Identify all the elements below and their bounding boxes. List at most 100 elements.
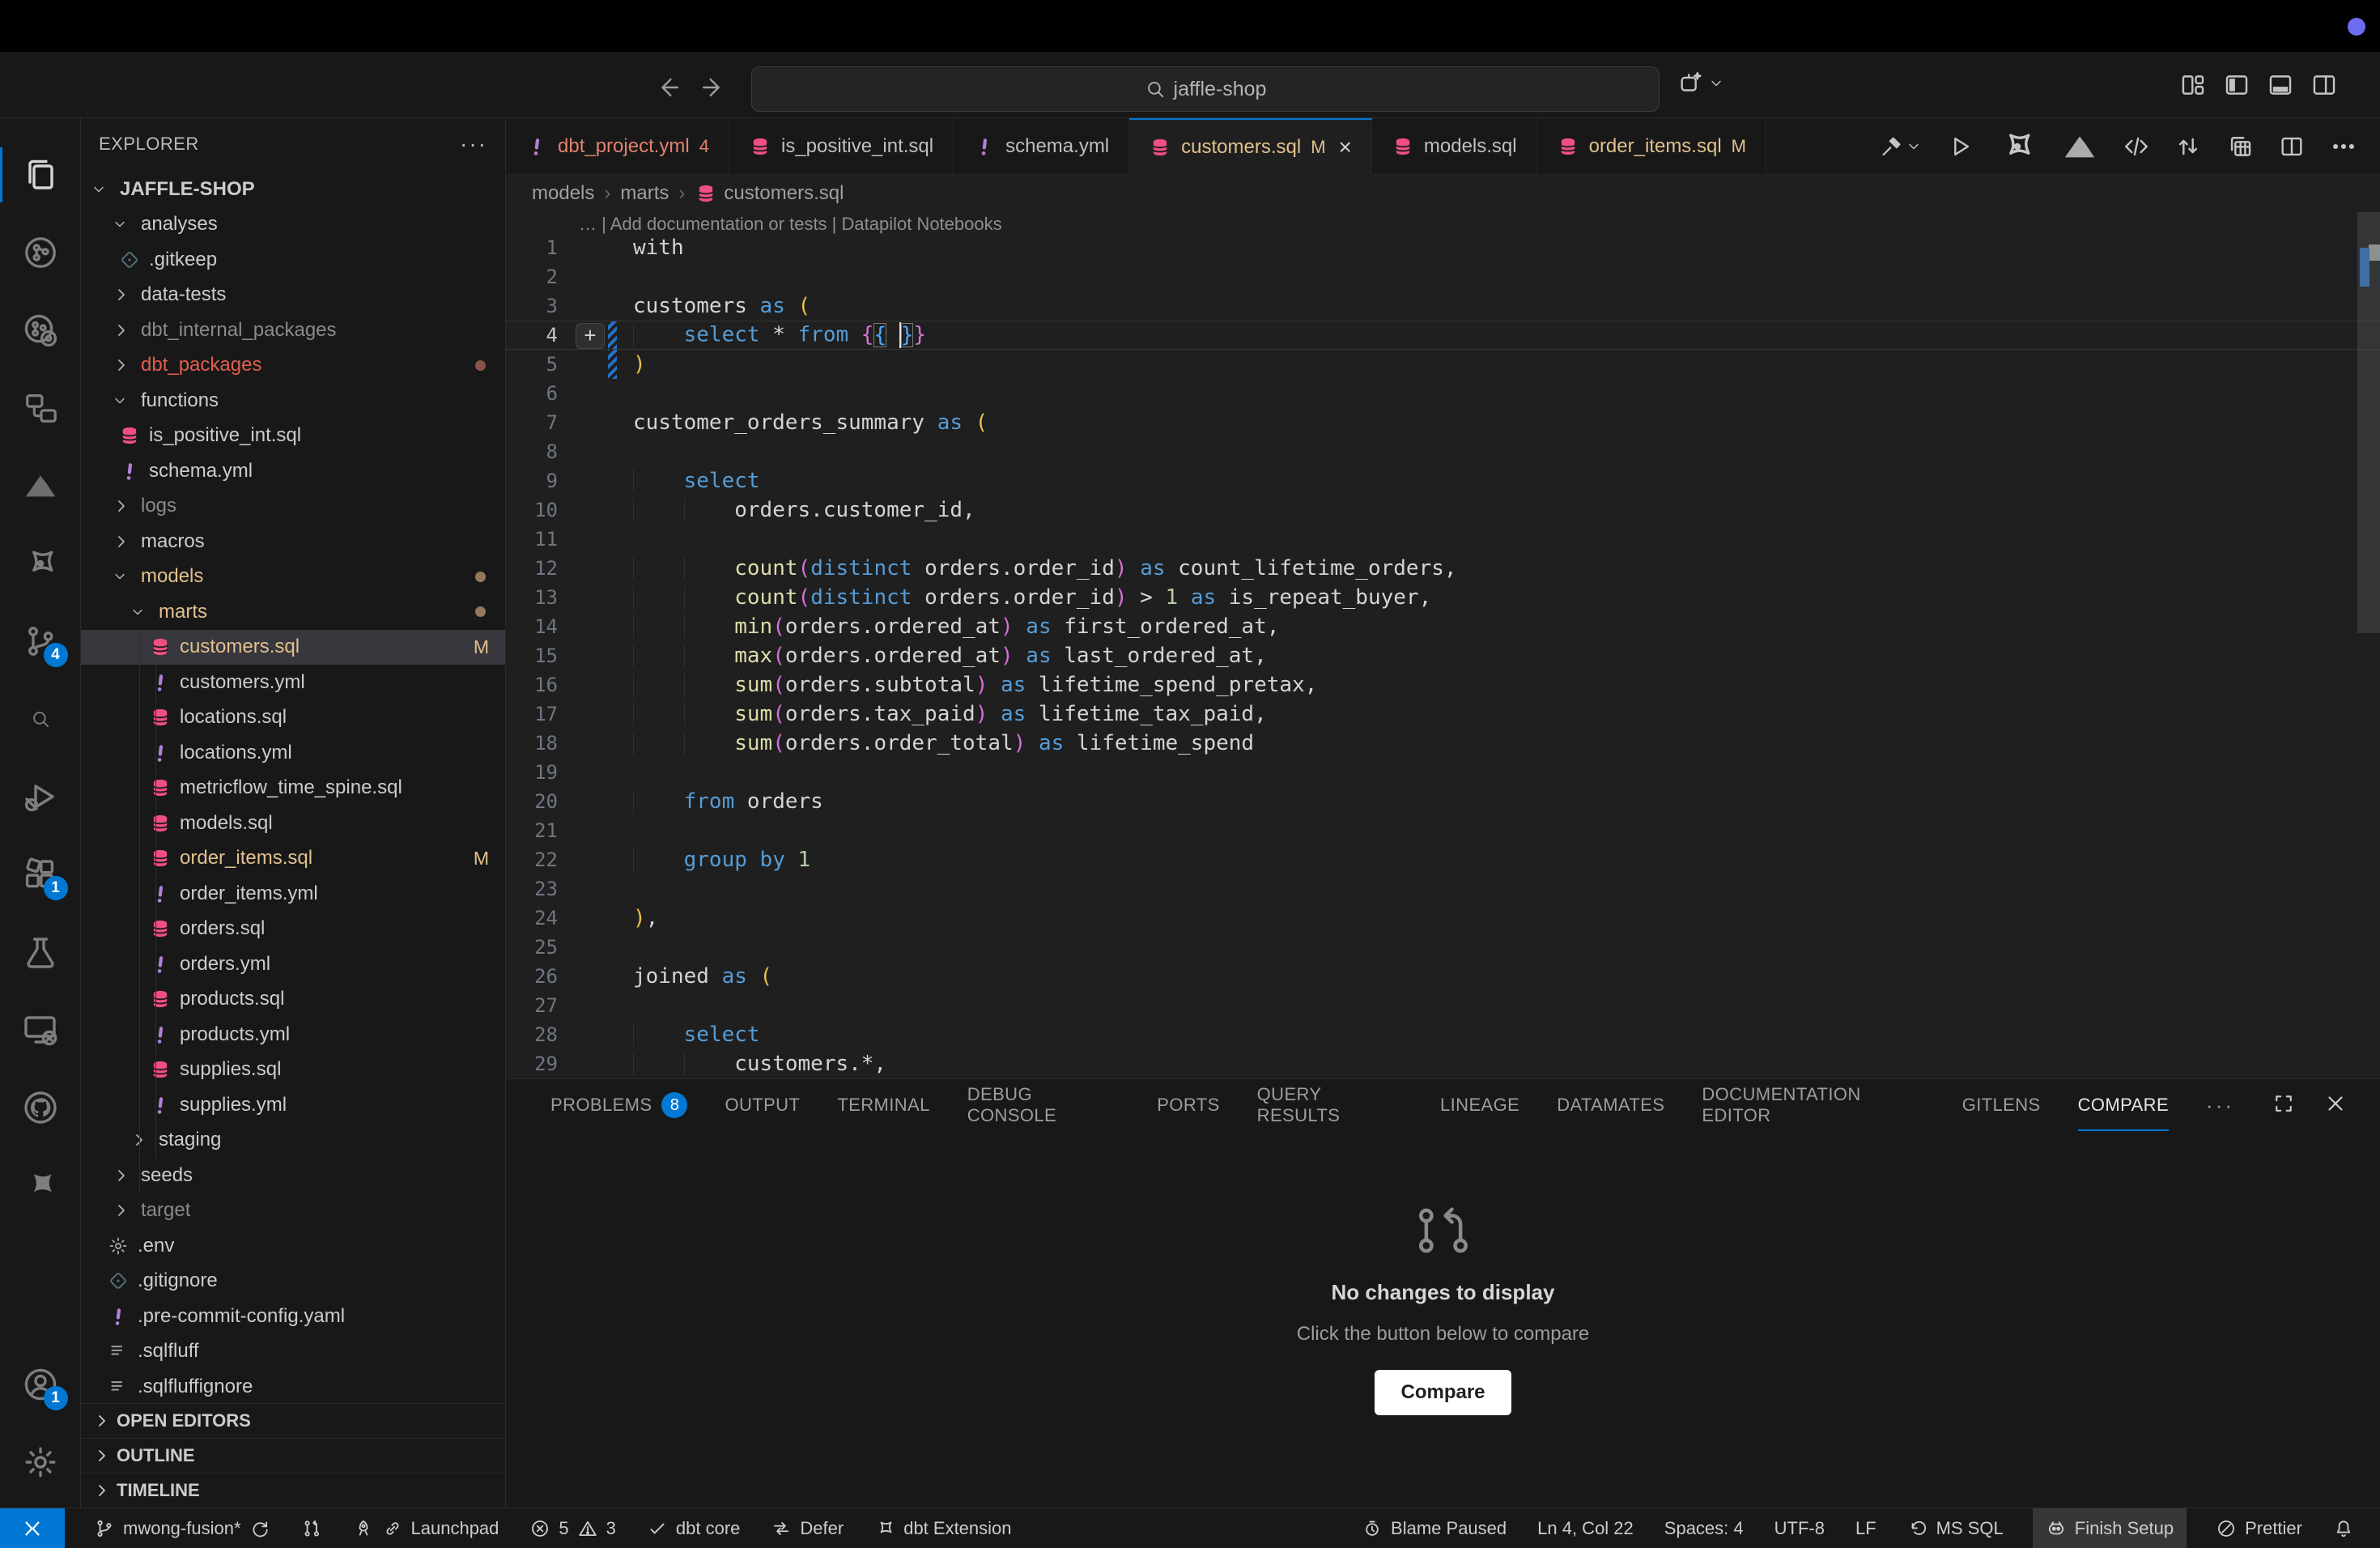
tab-close-icon[interactable]: × — [1339, 134, 1352, 160]
breadcrumb[interactable]: models›marts›customers.sql — [506, 175, 2380, 212]
tree-file-schema.yml[interactable]: schema.yml — [81, 453, 505, 489]
code-line-26[interactable]: 26joined as ( — [506, 962, 2380, 991]
add-glyph-button[interactable]: + — [576, 323, 605, 349]
sidebar-section-outline[interactable]: OUTLINE — [81, 1438, 505, 1473]
maximize-panel-button[interactable] — [2272, 1091, 2296, 1120]
code-line-21[interactable]: 21 — [506, 816, 2380, 845]
status-item-prettier-status[interactable]: Prettier — [2214, 1508, 2304, 1548]
tree-file-.sqlfluffignore[interactable]: .sqlfluffignore — [81, 1369, 505, 1405]
activity-bar-item-extensions[interactable]: 1 — [0, 836, 81, 913]
code-line-27[interactable]: 27 — [506, 991, 2380, 1020]
dbt-power-user-button[interactable] — [1998, 127, 2037, 166]
status-item-cursor-position[interactable]: Ln 4, Col 22 — [1536, 1508, 1635, 1548]
more-actions-button[interactable] — [2330, 133, 2357, 160]
activity-bar-item-datapilot[interactable] — [0, 447, 81, 525]
code-line-14[interactable]: 14 min(orders.ordered_at) as first_order… — [506, 612, 2380, 641]
code-line-16[interactable]: 16 sum(orders.subtotal) as lifetime_spen… — [506, 670, 2380, 700]
dbt-build-button[interactable] — [1878, 134, 1922, 159]
code-line-3[interactable]: 3customers as ( — [506, 291, 2380, 321]
status-item-notifications[interactable] — [2331, 1508, 2356, 1548]
close-panel-button[interactable] — [2323, 1091, 2348, 1120]
panel-tab-documentation-editor[interactable]: DOCUMENTATION EDITOR — [1702, 1079, 1924, 1131]
code-line-8[interactable]: 8 — [506, 437, 2380, 466]
code-line-17[interactable]: 17 sum(orders.tax_paid) as lifetime_tax_… — [506, 700, 2380, 729]
code-line-11[interactable]: 11 — [506, 525, 2380, 554]
tree-folder-analyses[interactable]: analyses — [81, 207, 505, 243]
swap-button[interactable] — [2174, 133, 2202, 160]
panel-tab-datamates[interactable]: DATAMATES — [1557, 1079, 1664, 1131]
panel-tab-lineage[interactable]: LINEAGE — [1440, 1079, 1519, 1131]
tree-folder-marts[interactable]: marts — [81, 594, 505, 630]
tree-folder-functions[interactable]: functions — [81, 383, 505, 419]
code-line-18[interactable]: 18 sum(orders.order_total) as lifetime_s… — [506, 729, 2380, 758]
status-item-remote-indicator[interactable] — [0, 1508, 65, 1548]
tree-folder-models[interactable]: models — [81, 559, 505, 595]
tree-folder-target[interactable]: target — [81, 1193, 505, 1229]
breadcrumb-item[interactable]: marts — [620, 182, 669, 205]
panel-tab-ports[interactable]: PORTS — [1157, 1079, 1219, 1131]
panel-tab-problems[interactable]: PROBLEMS8 — [550, 1079, 687, 1131]
code-line-2[interactable]: 2 — [506, 262, 2380, 291]
status-item-launchpad-status[interactable]: Launchpad — [351, 1508, 501, 1548]
split-editor-button[interactable] — [2278, 133, 2306, 160]
code-line-29[interactable]: 29 customers.*, — [506, 1049, 2380, 1078]
code-editor[interactable]: … | Add documentation or tests | Datapil… — [506, 212, 2380, 1078]
panel-bottom-icon-button[interactable] — [2267, 71, 2294, 103]
activity-bar-item-dbt-alt[interactable] — [0, 1146, 81, 1224]
tree-file-customers.yml[interactable]: customers.yml — [81, 665, 505, 700]
code-line-22[interactable]: 22 group by 1 — [506, 845, 2380, 874]
activity-bar-item-search[interactable] — [0, 680, 81, 758]
code-line-24[interactable]: 24), — [506, 904, 2380, 933]
panel-left-icon-button[interactable] — [2223, 71, 2250, 103]
panel-right-icon-button[interactable] — [2310, 71, 2338, 103]
editor-tab-models.sql[interactable]: models.sql — [1372, 118, 1537, 174]
tree-file-models.sql[interactable]: models.sql — [81, 806, 505, 841]
status-item-eol[interactable]: LF — [1854, 1508, 1878, 1548]
tree-file-locations.sql[interactable]: locations.sql — [81, 700, 505, 736]
code-line-12[interactable]: 12 count(distinct orders.order_id) as co… — [506, 554, 2380, 583]
tree-folder-staging[interactable]: staging — [81, 1123, 505, 1159]
status-item-finish-setup[interactable]: Finish Setup — [2033, 1508, 2187, 1548]
status-item-blame-status[interactable]: Blame Paused — [1360, 1508, 1508, 1548]
datapilot-button[interactable] — [2061, 128, 2098, 165]
status-item-defer-status[interactable]: Defer — [769, 1508, 845, 1548]
status-item-indentation[interactable]: Spaces: 4 — [1663, 1508, 1745, 1548]
tree-file-order_items.sql[interactable]: order_items.sqlM — [81, 841, 505, 877]
editor-tab-order_items.sql[interactable]: order_items.sqlM — [1537, 118, 1766, 174]
activity-bar-item-lineage[interactable] — [0, 369, 81, 447]
compiled-code-button[interactable] — [2123, 133, 2150, 160]
activity-bar-item-github[interactable] — [0, 1069, 81, 1146]
command-center-search[interactable]: jaffle-shop — [751, 66, 1660, 112]
activity-bar-item-settings[interactable] — [0, 1423, 81, 1501]
activity-bar-item-scm-graph[interactable] — [0, 214, 81, 291]
editor-tab-is_positive_int.sql[interactable]: is_positive_int.sql — [729, 118, 954, 174]
tree-folder-JAFFLE-SHOP[interactable]: JAFFLE-SHOP — [81, 172, 505, 207]
tree-file-.gitignore[interactable]: .gitignore — [81, 1264, 505, 1299]
panel-tab-terminal[interactable]: TERMINAL — [837, 1079, 929, 1131]
activity-bar-item-dbt-power-user[interactable] — [0, 525, 81, 602]
tree-file-order_items.yml[interactable]: order_items.yml — [81, 876, 505, 912]
activity-bar-item-remote-explorer[interactable] — [0, 991, 81, 1069]
code-line-4[interactable]: 4+ select * from {{ }} — [506, 321, 2380, 350]
navigate-forward-button[interactable] — [696, 65, 732, 110]
tree-file-customers.sql[interactable]: customers.sqlM — [81, 630, 505, 666]
status-item-branch-status[interactable]: mwong-fusion* — [92, 1508, 272, 1548]
codelens-actions[interactable]: … | Add documentation or tests | Datapil… — [579, 214, 1002, 235]
sidebar-more-button[interactable]: ··· — [460, 131, 487, 157]
editor-tab-customers.sql[interactable]: customers.sqlM× — [1129, 118, 1372, 175]
tree-file-products.sql[interactable]: products.sql — [81, 982, 505, 1018]
activity-bar-item-accounts[interactable]: 1 — [0, 1346, 81, 1423]
panel-tab-compare[interactable]: COMPARE — [2078, 1079, 2169, 1131]
tree-folder-seeds[interactable]: seeds — [81, 1158, 505, 1193]
status-item-problems-status[interactable]: 53 — [528, 1508, 618, 1548]
code-line-23[interactable]: 23 — [506, 874, 2380, 904]
status-item-language-mode[interactable]: MS SQL — [1906, 1508, 2005, 1548]
panel-more-button[interactable]: ··· — [2206, 1079, 2234, 1131]
panel-tab-debug-console[interactable]: DEBUG CONSOLE — [967, 1079, 1120, 1131]
editor-tab-dbt_project.yml[interactable]: dbt_project.yml4 — [506, 118, 729, 174]
tree-file-metricflow_time_spine.sql[interactable]: metricflow_time_spine.sql — [81, 771, 505, 806]
query-results-button[interactable] — [2226, 133, 2254, 160]
navigate-back-button[interactable] — [652, 65, 687, 110]
tree-file-.sqlfluff[interactable]: .sqlfluff — [81, 1334, 505, 1370]
copilot-button[interactable] — [1677, 70, 1724, 97]
